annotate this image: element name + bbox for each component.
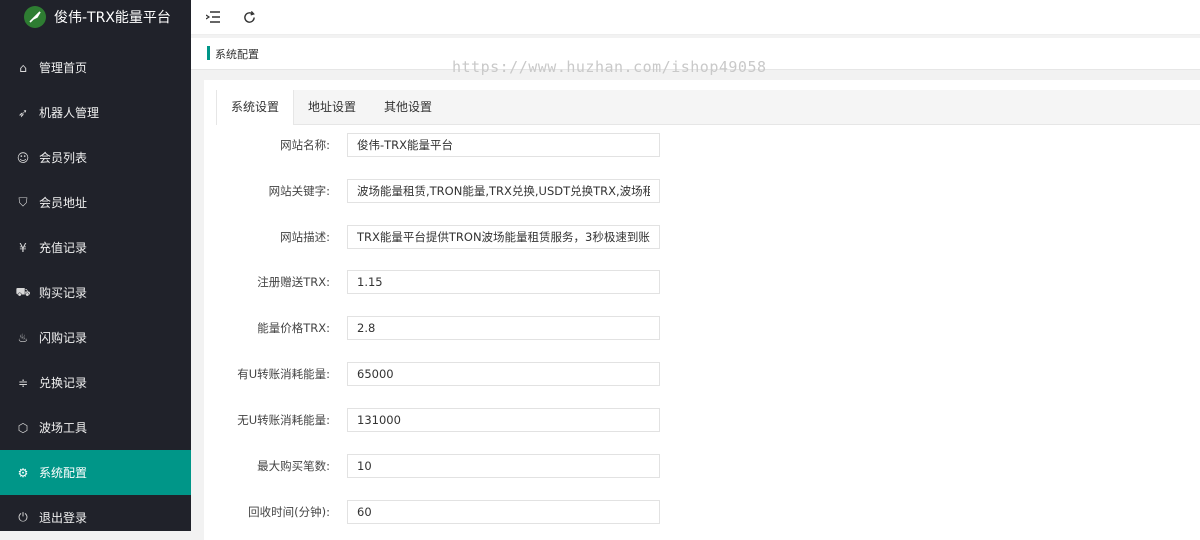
home-icon: ⌂ xyxy=(19,60,27,75)
field-label: 网站名称: xyxy=(280,138,330,152)
sidebar-item-6[interactable]: ♨ 闪购记录 xyxy=(0,315,191,360)
field-input[interactable] xyxy=(347,454,660,478)
form-row: 最大购买笔数: xyxy=(204,454,1200,478)
sidebar-item-label: 闪购记录 xyxy=(39,331,88,345)
app-logo[interactable]: 俊伟-TRX能量平台 xyxy=(0,0,191,34)
field-label: 注册赠送TRX: xyxy=(257,275,330,289)
sidebar-menu: ⌂ 管理首页 ➶ 机器人管理 ☺ 会员列表 ⛉ 会员地址 ¥ 充值记录 ⛟ 购买记录 ♨ 闪购记录 ≑ 兑换记… xyxy=(0,45,191,540)
field-input[interactable] xyxy=(347,362,660,386)
form-row: 无U转账消耗能量: xyxy=(204,408,1200,432)
field-label: 有U转账消耗能量: xyxy=(237,367,330,381)
sidebar-item-label: 退出登录 xyxy=(39,511,88,525)
field-label: 最大购买笔数: xyxy=(257,459,330,473)
sidebar-item-label: 管理首页 xyxy=(39,61,88,75)
user-icon: ☺ xyxy=(16,150,30,165)
field-label: 回收时间(分钟): xyxy=(248,505,330,519)
sidebar-item-2[interactable]: ☺ 会员列表 xyxy=(0,135,191,180)
field-label: 网站描述: xyxy=(280,230,330,244)
tab-2[interactable]: 其他设置 xyxy=(370,90,446,124)
power-icon: ⏻ xyxy=(18,510,28,524)
tab-1[interactable]: 地址设置 xyxy=(294,90,370,124)
form-row: 回收时间(分钟): xyxy=(204,500,1200,524)
sidebar-item-label: 系统配置 xyxy=(39,466,88,480)
top-bar xyxy=(191,0,1200,35)
field-input[interactable] xyxy=(347,500,660,524)
sidebar-item-0[interactable]: ⌂ 管理首页 xyxy=(0,45,191,90)
breadcrumb-accent xyxy=(207,46,210,60)
sidebar-item-label: 兑换记录 xyxy=(39,376,88,390)
fire-icon: ♨ xyxy=(17,330,29,345)
breadcrumb-label: 系统配置 xyxy=(215,48,259,61)
field-input[interactable] xyxy=(347,179,660,203)
sidebar-item-label: 会员列表 xyxy=(39,151,88,165)
send-icon: ➶ xyxy=(17,105,29,120)
field-label: 能量价格TRX: xyxy=(257,321,330,335)
sidebar-item-10[interactable]: ⏻ 退出登录 xyxy=(0,495,191,540)
form-row: 能量价格TRX: xyxy=(204,316,1200,340)
sidebar: 俊伟-TRX能量平台 ⌂ 管理首页 ➶ 机器人管理 ☺ 会员列表 ⛉ 会员地址 ¥ 充值记录 ⛟ 购买… xyxy=(0,0,191,531)
form-row: 网站描述: xyxy=(204,225,1200,249)
watermark-text: https://www.huzhan.com/ishop49058 xyxy=(452,58,767,76)
field-label: 无U转账消耗能量: xyxy=(237,413,330,427)
yen-icon: ¥ xyxy=(19,240,27,255)
field-input[interactable] xyxy=(347,316,660,340)
sidebar-item-1[interactable]: ➶ 机器人管理 xyxy=(0,90,191,135)
collapse-menu-icon[interactable] xyxy=(203,7,223,27)
app-title: 俊伟-TRX能量平台 xyxy=(54,10,171,26)
form-row: 注册赠送TRX: xyxy=(204,270,1200,294)
sidebar-item-label: 会员地址 xyxy=(39,196,88,210)
shield-icon: ⛉ xyxy=(18,195,28,209)
sidebar-item-label: 机器人管理 xyxy=(39,106,100,120)
form-row: 有U转账消耗能量: xyxy=(204,362,1200,386)
field-input[interactable] xyxy=(347,133,660,157)
form-row: 网站名称: xyxy=(204,133,1200,157)
field-label: 网站关键字: xyxy=(268,184,330,198)
cube-icon: ⬡ xyxy=(17,420,29,435)
sidebar-item-label: 充值记录 xyxy=(39,241,88,255)
sidebar-item-label: 购买记录 xyxy=(39,286,88,300)
sidebar-item-4[interactable]: ¥ 充值记录 xyxy=(0,225,191,270)
cart-icon: ⛟ xyxy=(15,284,31,299)
sidebar-item-7[interactable]: ≑ 兑换记录 xyxy=(0,360,191,405)
sidebar-item-3[interactable]: ⛉ 会员地址 xyxy=(0,180,191,225)
field-input[interactable] xyxy=(347,270,660,294)
form-row: 网站关键字: xyxy=(204,179,1200,203)
field-input[interactable] xyxy=(347,408,660,432)
sliders-icon: ≑ xyxy=(17,375,29,390)
sidebar-item-5[interactable]: ⛟ 购买记录 xyxy=(0,270,191,315)
rocket-logo-icon xyxy=(24,6,46,28)
sidebar-item-9[interactable]: ⚙ 系统配置 xyxy=(0,450,191,495)
tab-0[interactable]: 系统设置 xyxy=(216,90,294,125)
gear-icon: ⚙ xyxy=(17,465,29,480)
sidebar-item-label: 波场工具 xyxy=(39,421,88,435)
settings-card: 系统设置地址设置其他设置 网站名称: 网站关键字: 网站描述: 注册赠送TRX: 能量价… xyxy=(204,80,1200,540)
sidebar-item-8[interactable]: ⬡ 波场工具 xyxy=(0,405,191,450)
field-input[interactable] xyxy=(347,225,660,249)
settings-tabs: 系统设置 地址设置 其他设置 xyxy=(216,90,1200,125)
refresh-icon[interactable] xyxy=(239,7,259,27)
